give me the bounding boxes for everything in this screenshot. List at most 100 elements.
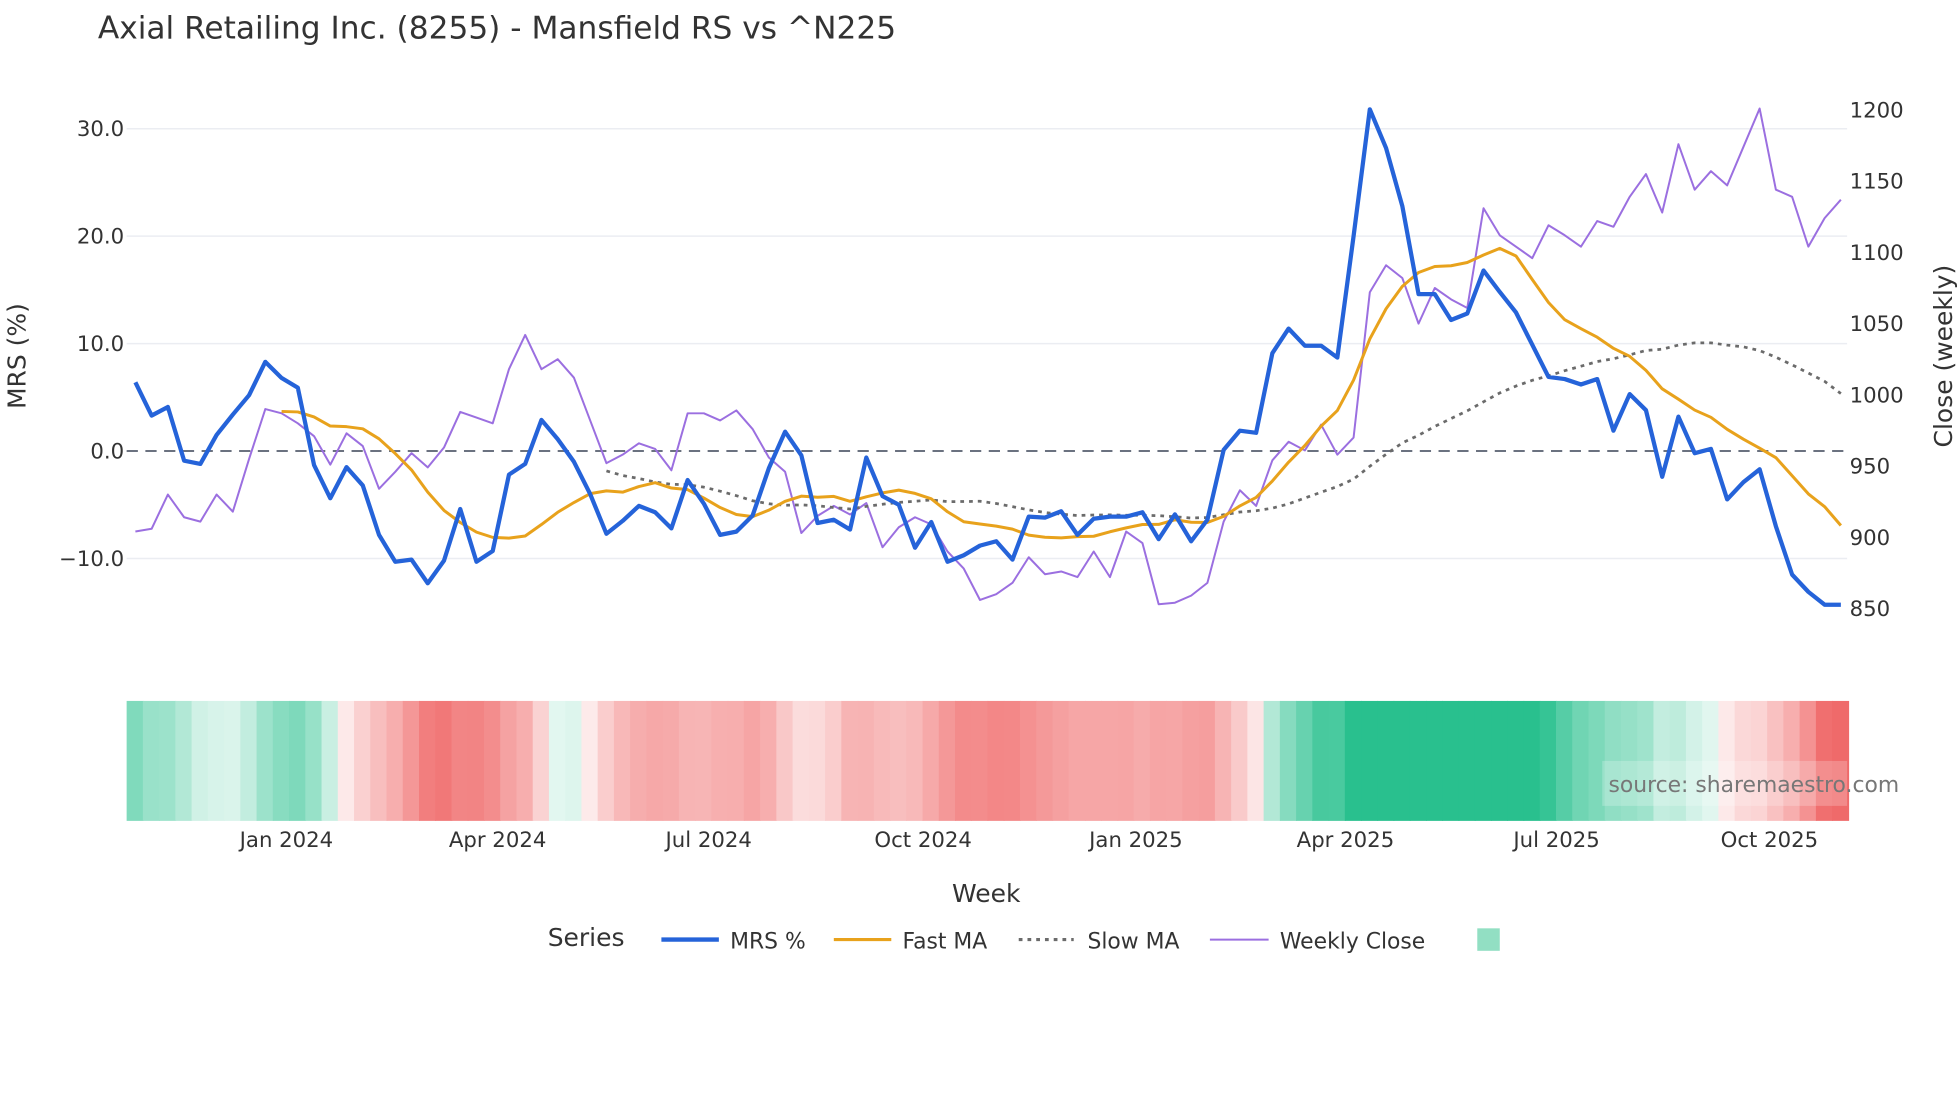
heatmap-cell — [1231, 700, 1249, 821]
heatmap-cell — [857, 700, 875, 821]
heatmap-cell — [1442, 700, 1460, 821]
heatmap-cell — [873, 700, 891, 821]
slow-ma-line — [606, 341, 1842, 520]
heatmap-cell — [1523, 700, 1541, 821]
heatmap-cell — [1491, 700, 1509, 821]
y-right-tick-label: 1000 — [1850, 383, 1904, 408]
heatmap-cell — [613, 700, 631, 821]
heatmap-cell — [1117, 700, 1135, 821]
heatmap-cell — [1279, 700, 1297, 821]
heatmap-cell — [581, 700, 599, 821]
heatmap-cell — [1377, 700, 1395, 821]
fast-ma-line — [281, 246, 1842, 540]
x-tick-label: Apr 2025 — [1297, 828, 1395, 853]
heatmap-cell — [1572, 700, 1590, 821]
heatmap-cell — [743, 700, 761, 821]
heatmap-cell — [678, 700, 696, 821]
heatmap-cell — [1555, 700, 1573, 821]
heatmap-cell — [597, 700, 615, 821]
heatmap-cell — [207, 700, 225, 821]
heatmap-cell — [337, 700, 355, 821]
heatmap-cell — [695, 700, 713, 821]
y-left-title: MRS (%) — [2, 303, 31, 409]
y-right-tick-label: 1050 — [1850, 312, 1904, 337]
x-tick-label: Oct 2025 — [1721, 828, 1819, 853]
y-left-ticks: 30.0 20.0 10.0 0.0 −10.0 — [59, 117, 124, 572]
heatmap-cell — [955, 700, 973, 821]
heatmap-cell — [1003, 700, 1021, 821]
heatmap-cell — [630, 700, 648, 821]
x-tick-label: Jan 2025 — [1087, 828, 1183, 853]
heatmap-cell — [321, 700, 339, 821]
heatmap-cell — [1214, 700, 1232, 821]
legend-fast-ma[interactable]: Fast MA — [903, 929, 988, 954]
x-ticks: Jan 2024 Apr 2024 Jul 2024 Oct 2024 Jan 2025… — [238, 828, 1818, 853]
heatmap-cell — [1247, 700, 1265, 821]
heatmap-cell — [1263, 700, 1281, 821]
y-left-tick-label: 0.0 — [90, 440, 124, 465]
heatmap-cell — [1409, 700, 1427, 821]
heatmap-cell — [354, 700, 372, 821]
y-right-tick-label: 950 — [1850, 455, 1891, 480]
heatmap-cell — [435, 700, 453, 821]
y-right-tick-label: 900 — [1850, 526, 1891, 551]
heatmap-cell — [1393, 700, 1411, 821]
heatmap-cell — [1036, 700, 1054, 821]
heatmap-cell — [467, 700, 485, 821]
heatmap-cell — [126, 700, 144, 821]
heatmap-cell — [727, 700, 745, 821]
x-tick-label: Jan 2024 — [238, 828, 334, 853]
heatmap-cell — [159, 700, 177, 821]
heatmap-cell — [1019, 700, 1037, 821]
legend: Series MRS % Fast MA Slow MA Weekly Clos… — [548, 923, 1500, 954]
heatmap-cell — [1133, 700, 1151, 821]
y-left-tick-label: 10.0 — [77, 332, 124, 357]
heatmap-cell — [1344, 700, 1362, 821]
y-right-tick-label: 1200 — [1850, 98, 1904, 123]
heatmap-cell — [1052, 700, 1070, 821]
heatmap-cell — [760, 700, 778, 821]
heatmap-cell — [256, 700, 274, 821]
heatmap-cell — [1084, 700, 1102, 821]
heatmap-cell — [240, 700, 258, 821]
heatmap-cell — [386, 700, 404, 821]
heatmap-cell — [451, 700, 469, 821]
heatmap-cell — [987, 700, 1005, 821]
heatmap-cell — [1474, 700, 1492, 821]
legend-mrs[interactable]: MRS % — [730, 929, 806, 954]
y-right-tick-label: 1150 — [1850, 170, 1904, 195]
y-right-title: Close (weekly) — [1929, 265, 1958, 448]
heatmap-cell — [1312, 700, 1330, 821]
heatmap-cell — [500, 700, 518, 821]
mrs-line — [133, 107, 1841, 607]
heatmap-cell — [516, 700, 534, 821]
heatmap-cell — [289, 700, 307, 821]
legend-title: Series — [548, 923, 625, 952]
heatmap-cell — [938, 700, 956, 821]
heatmap-cell — [370, 700, 388, 821]
weekly-close-line — [135, 107, 1842, 606]
heatmap-cell — [906, 700, 924, 821]
y-right-ticks: 1200 1150 1100 1050 1000 950 900 850 — [1850, 98, 1904, 622]
heatmap-cell — [1328, 700, 1346, 821]
legend-heatmap-swatch[interactable] — [1477, 928, 1500, 951]
watermark: source: sharemaestro.com — [1608, 773, 1899, 798]
heatmap-cell — [1296, 700, 1314, 821]
x-tick-label: Oct 2024 — [874, 828, 972, 853]
heatmap-cell — [548, 700, 566, 821]
legend-weekly-close[interactable]: Weekly Close — [1280, 929, 1425, 954]
y-left-tick-label: 20.0 — [77, 225, 124, 250]
x-tick-label: Jul 2025 — [1511, 828, 1599, 853]
heatmap-cell — [272, 700, 290, 821]
heatmap-cell — [419, 700, 436, 821]
heatmap-cell — [191, 700, 209, 821]
heatmap-cell — [175, 700, 193, 821]
heatmap-strip — [126, 700, 1850, 821]
legend-slow-ma[interactable]: Slow MA — [1087, 929, 1179, 954]
heatmap-cell — [1166, 700, 1184, 821]
heatmap-cell — [532, 700, 550, 821]
heatmap-cell — [808, 700, 826, 821]
heatmap-cell — [1426, 700, 1444, 821]
y-right-tick-label: 850 — [1850, 597, 1891, 622]
heatmap-cell — [1507, 700, 1525, 821]
